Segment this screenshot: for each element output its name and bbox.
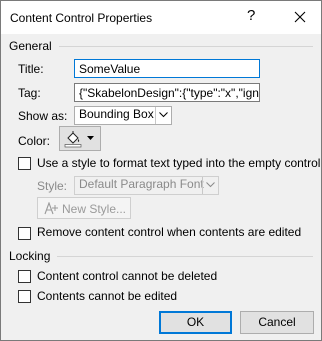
tag-label: Tag: bbox=[18, 86, 41, 100]
dialog-title: Content Control Properties bbox=[10, 11, 153, 25]
show-as-arrow[interactable] bbox=[155, 107, 171, 124]
cannot-edit-label: Contents cannot be edited bbox=[37, 289, 178, 303]
cannot-delete-label: Content control cannot be deleted bbox=[37, 269, 218, 283]
title-label: Title: bbox=[18, 62, 44, 76]
cannot-delete-checkbox[interactable] bbox=[18, 270, 31, 283]
chevron-down-icon bbox=[206, 182, 215, 188]
remove-when-edited-checkbox[interactable] bbox=[18, 227, 31, 240]
cancel-button[interactable]: Cancel bbox=[240, 311, 314, 334]
chevron-down-icon bbox=[87, 136, 94, 140]
locking-divider bbox=[57, 256, 313, 257]
tag-input[interactable]: {"SkabelonDesign":{"type":"x","ignor bbox=[74, 83, 260, 102]
color-label: Color: bbox=[18, 134, 51, 148]
title-bar: Content Control Properties ? bbox=[1, 1, 321, 34]
title-input[interactable]: SomeValue bbox=[74, 59, 260, 78]
paint-bucket-icon bbox=[64, 131, 82, 148]
style-arrow[interactable] bbox=[202, 177, 218, 194]
general-section-heading: General bbox=[9, 39, 52, 53]
show-as-dropdown[interactable]: Bounding Box bbox=[74, 106, 172, 125]
new-style-button[interactable]: New Style... bbox=[37, 197, 131, 219]
content-control-properties-dialog: Content Control Properties ? General Tit… bbox=[0, 0, 322, 341]
cannot-edit-checkbox[interactable] bbox=[18, 290, 31, 303]
color-picker-button[interactable] bbox=[59, 126, 101, 151]
general-divider bbox=[59, 46, 313, 47]
locking-section-heading: Locking bbox=[9, 249, 51, 263]
chevron-down-icon bbox=[159, 112, 168, 118]
close-button[interactable] bbox=[285, 5, 315, 29]
use-style-checkbox[interactable] bbox=[18, 157, 31, 170]
new-style-icon bbox=[44, 202, 58, 215]
use-style-label: Use a style to format text typed into th… bbox=[37, 156, 321, 170]
help-button[interactable]: ? bbox=[247, 7, 255, 24]
ok-button[interactable]: OK bbox=[159, 311, 232, 334]
show-as-value: Bounding Box bbox=[79, 107, 154, 121]
style-label: Style: bbox=[37, 179, 68, 193]
style-dropdown[interactable]: Default Paragraph Font bbox=[74, 176, 219, 195]
close-icon bbox=[294, 11, 306, 23]
new-style-label: New Style... bbox=[62, 202, 127, 216]
style-value: Default Paragraph Font bbox=[79, 177, 204, 191]
show-as-label: Show as: bbox=[18, 109, 68, 123]
remove-when-edited-label: Remove content control when contents are… bbox=[37, 225, 302, 239]
